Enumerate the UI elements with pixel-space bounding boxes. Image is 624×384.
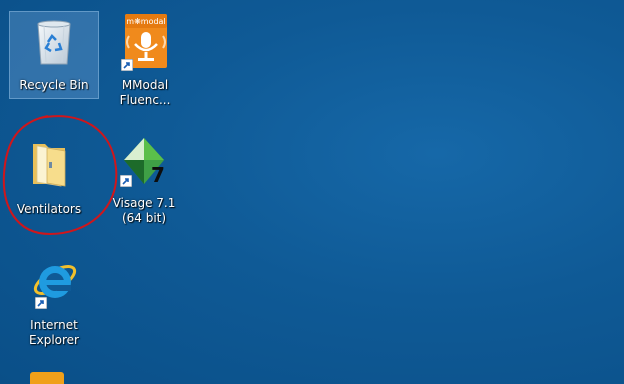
desktop-icon-ventilators-folder[interactable]: Ventilators bbox=[5, 132, 93, 222]
shortcut-arrow-icon bbox=[34, 294, 48, 310]
desktop-icon-visage[interactable]: 7 Visage 7.1 (64 bit) bbox=[100, 132, 188, 236]
partial-app-icon bbox=[30, 372, 64, 384]
desktop: Recycle Bin m❋modal MModal Fluenc... Ven… bbox=[0, 0, 624, 384]
visage-icon: 7 bbox=[118, 134, 170, 190]
visage-label: Visage 7.1 (64 bit) bbox=[112, 196, 176, 225]
desktop-icon-internet-explorer[interactable]: Internet Explorer bbox=[10, 252, 98, 358]
recycle-bin-label: Recycle Bin bbox=[19, 78, 89, 92]
mmodal-fluency-label: MModal Fluenc... bbox=[119, 78, 171, 107]
shortcut-arrow-icon bbox=[119, 172, 133, 188]
recycle-bin-icon bbox=[30, 16, 78, 68]
shortcut-arrow-icon bbox=[120, 56, 134, 72]
internet-explorer-icon bbox=[29, 254, 79, 310]
desktop-icon-recycle-bin[interactable]: Recycle Bin bbox=[9, 11, 99, 99]
folder-icon bbox=[25, 136, 73, 188]
internet-explorer-label: Internet Explorer bbox=[29, 318, 79, 347]
desktop-icon-partial[interactable] bbox=[30, 372, 70, 384]
mmodal-fluency-icon: m❋modal bbox=[120, 14, 169, 72]
desktop-icon-mmodal-fluency[interactable]: m❋modal MModal Fluenc... bbox=[101, 12, 189, 118]
ventilators-label: Ventilators bbox=[16, 202, 82, 216]
svg-text:7: 7 bbox=[151, 163, 165, 187]
svg-text:m❋modal: m❋modal bbox=[126, 17, 165, 26]
